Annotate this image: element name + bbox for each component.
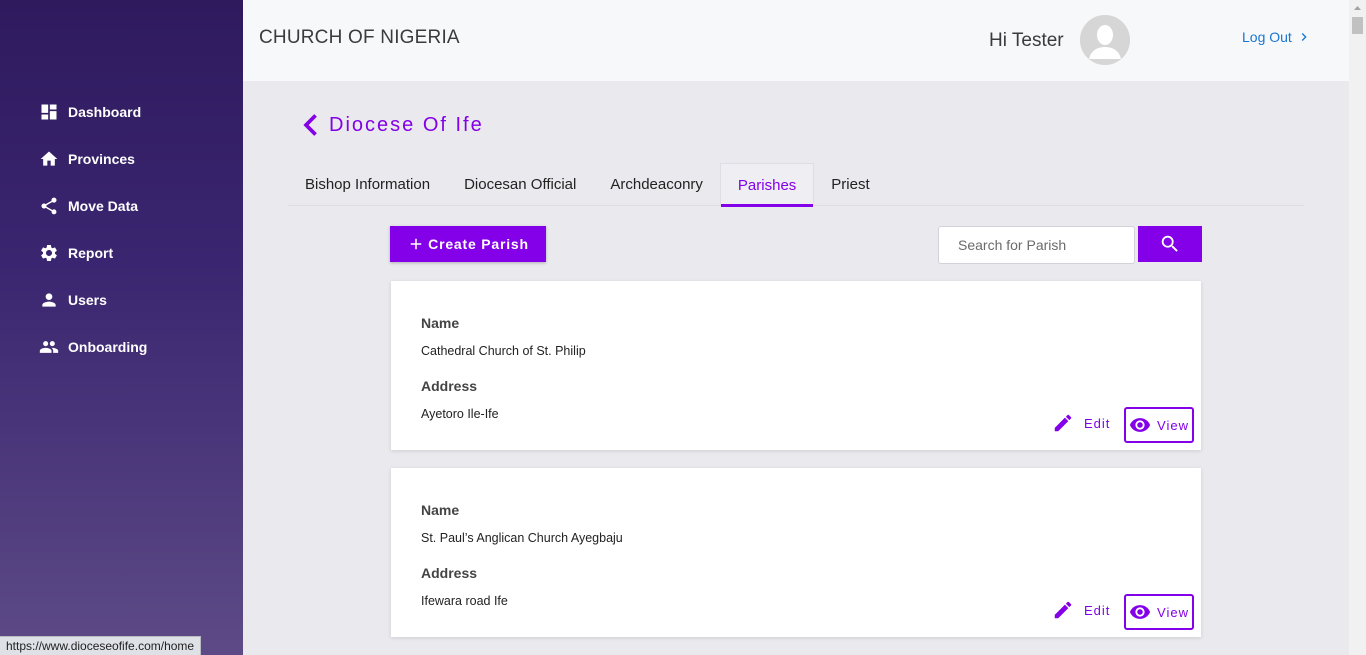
tab-priest[interactable]: Priest: [814, 163, 886, 206]
edit-button[interactable]: Edit: [1052, 412, 1110, 434]
sidebar-item-label: Users: [68, 291, 107, 308]
sidebar-item-onboarding[interactable]: Onboarding: [0, 323, 243, 370]
parish-address: Ifewara road Ife: [421, 594, 508, 608]
sidebar-item-report[interactable]: Report: [0, 229, 243, 276]
sidebar-item-label: Onboarding: [68, 338, 148, 355]
search-icon: [1161, 235, 1178, 252]
name-label: Name: [421, 315, 460, 331]
logout-label: Log Out: [1242, 29, 1292, 45]
sidebar-nav: Dashboard Provinces Move Data Report Use…: [0, 88, 243, 370]
pencil-icon: [1054, 414, 1072, 432]
page-title: Diocese Of Ife: [329, 113, 484, 136]
name-label: Name: [421, 502, 460, 518]
logout-link[interactable]: Log Out: [1242, 29, 1312, 45]
tab-archdeaconry[interactable]: Archdeaconry: [593, 163, 720, 206]
sidebar: Dashboard Provinces Move Data Report Use…: [0, 0, 243, 655]
eye-icon: [1129, 605, 1151, 619]
chevron-right-icon: [1301, 33, 1307, 41]
sidebar-item-users[interactable]: Users: [0, 276, 243, 323]
eye-icon: [1129, 418, 1151, 432]
edit-label: Edit: [1084, 602, 1111, 618]
tab-parishes[interactable]: Parishes: [719, 163, 815, 207]
sidebar-item-label: Move Data: [68, 197, 139, 214]
search-input[interactable]: [938, 226, 1135, 264]
view-label: View: [1157, 604, 1189, 620]
home-icon: [40, 151, 58, 166]
sidebar-item-provinces[interactable]: Provinces: [0, 135, 243, 182]
scroll-up-arrow-icon[interactable]: [1349, 0, 1366, 17]
address-label: Address: [421, 565, 478, 581]
view-label: View: [1157, 417, 1189, 433]
pencil-icon: [1054, 601, 1072, 619]
sidebar-item-dashboard[interactable]: Dashboard: [0, 88, 243, 135]
parish-name: St. Paul’s Anglican Church Ayegbaju: [421, 531, 623, 545]
plus-icon: [410, 238, 422, 250]
parish-card: Name Cathedral Church of St. Philip Addr…: [391, 281, 1201, 450]
gear-icon: [41, 244, 57, 261]
sidebar-item-label: Dashboard: [68, 103, 142, 120]
tab-bishop-information[interactable]: Bishop Information: [288, 163, 447, 206]
status-bar-url: https://www.dioceseofife.com/home: [0, 636, 202, 655]
share-icon: [41, 197, 57, 214]
sidebar-item-label: Provinces: [68, 150, 135, 167]
tab-diocesan-official[interactable]: Diocesan Official: [447, 163, 593, 206]
app-title: CHURCH OF NIGERIA: [259, 27, 460, 48]
diocese-tabs: Bishop Information Diocesan Official Arc…: [288, 163, 1304, 207]
sidebar-item-move-data[interactable]: Move Data: [0, 182, 243, 229]
page-scrollbar[interactable]: [1349, 0, 1366, 655]
parish-address: Ayetoro Ile-Ife: [421, 407, 499, 421]
user-greeting: Hi Tester: [989, 30, 1064, 51]
people-icon: [39, 340, 59, 353]
address-label: Address: [421, 378, 478, 394]
edit-label: Edit: [1084, 415, 1111, 431]
back-chevron-icon[interactable]: [300, 112, 322, 138]
dashboard-icon: [41, 104, 57, 119]
create-parish-label: Create Parish: [428, 236, 529, 252]
edit-button[interactable]: Edit: [1052, 599, 1110, 621]
view-button[interactable]: View: [1124, 594, 1194, 630]
create-parish-button[interactable]: Create Parish: [390, 226, 546, 262]
scroll-thumb[interactable]: [1352, 17, 1363, 34]
view-button[interactable]: View: [1124, 407, 1194, 443]
person-icon: [42, 292, 56, 307]
parish-card: Name St. Paul’s Anglican Church Ayegbaju…: [391, 468, 1201, 637]
sidebar-item-label: Report: [68, 244, 114, 261]
parish-name: Cathedral Church of St. Philip: [421, 344, 586, 358]
avatar[interactable]: [1080, 15, 1130, 65]
page-title-bar: Diocese Of Ife: [300, 112, 484, 138]
default-avatar-icon: [1080, 15, 1130, 65]
search-button[interactable]: [1138, 226, 1202, 262]
top-header: CHURCH OF NIGERIA Hi Tester Log Out: [243, 0, 1349, 81]
